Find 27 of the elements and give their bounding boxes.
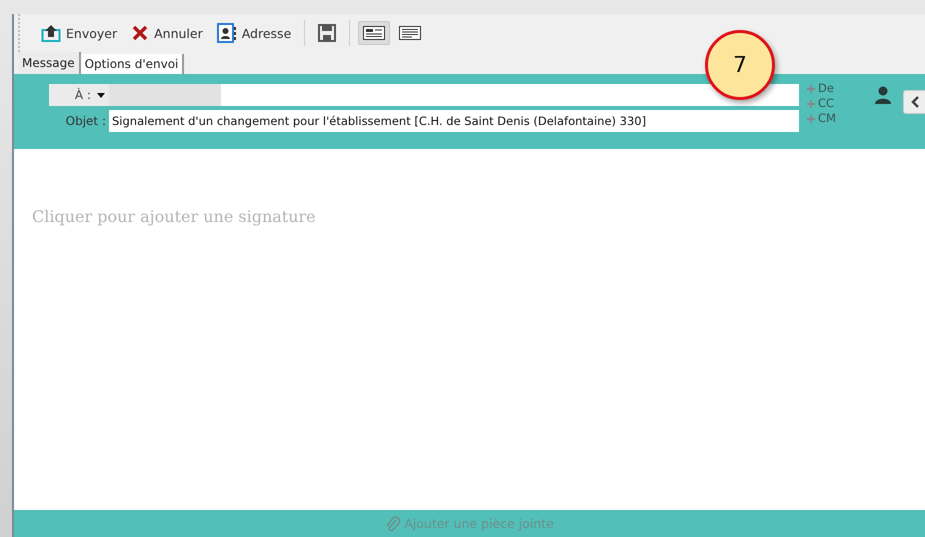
address-button[interactable]: Adresse [212,18,296,48]
send-icon [41,23,61,43]
contact-card-icon [216,23,237,43]
layout-icon [399,26,422,40]
close-icon [131,24,150,42]
cancel-button[interactable]: Annuler [126,19,208,47]
subject-label: Objet : [66,113,107,130]
caret-icon [97,92,105,98]
plus-icon [807,100,815,108]
paperclip-icon [385,514,402,532]
add-recipient-link[interactable]: De [807,81,836,96]
save-icon [318,24,336,42]
layout-icon [363,26,386,40]
tab[interactable]: Message [18,52,81,74]
collapse-button[interactable] [903,90,925,114]
send-button[interactable]: Envoyer [36,18,122,48]
subject-field[interactable]: Signalement d'un changement pour l'établissement [C.H. de Saint Denis (Delafontaine) 330] [109,110,799,132]
chevron-left-icon [910,96,918,108]
add-recipient-link[interactable]: CC [807,96,836,111]
view-toggle[interactable] [358,21,390,45]
to-field[interactable] [109,84,799,106]
person-icon [874,86,892,104]
plus-icon [807,114,815,122]
to-dropdown[interactable]: À : [49,84,109,106]
tab[interactable]: Options d'envoi [80,54,184,74]
plus-icon [807,84,815,92]
add-recipient-link[interactable]: CM [807,111,836,126]
